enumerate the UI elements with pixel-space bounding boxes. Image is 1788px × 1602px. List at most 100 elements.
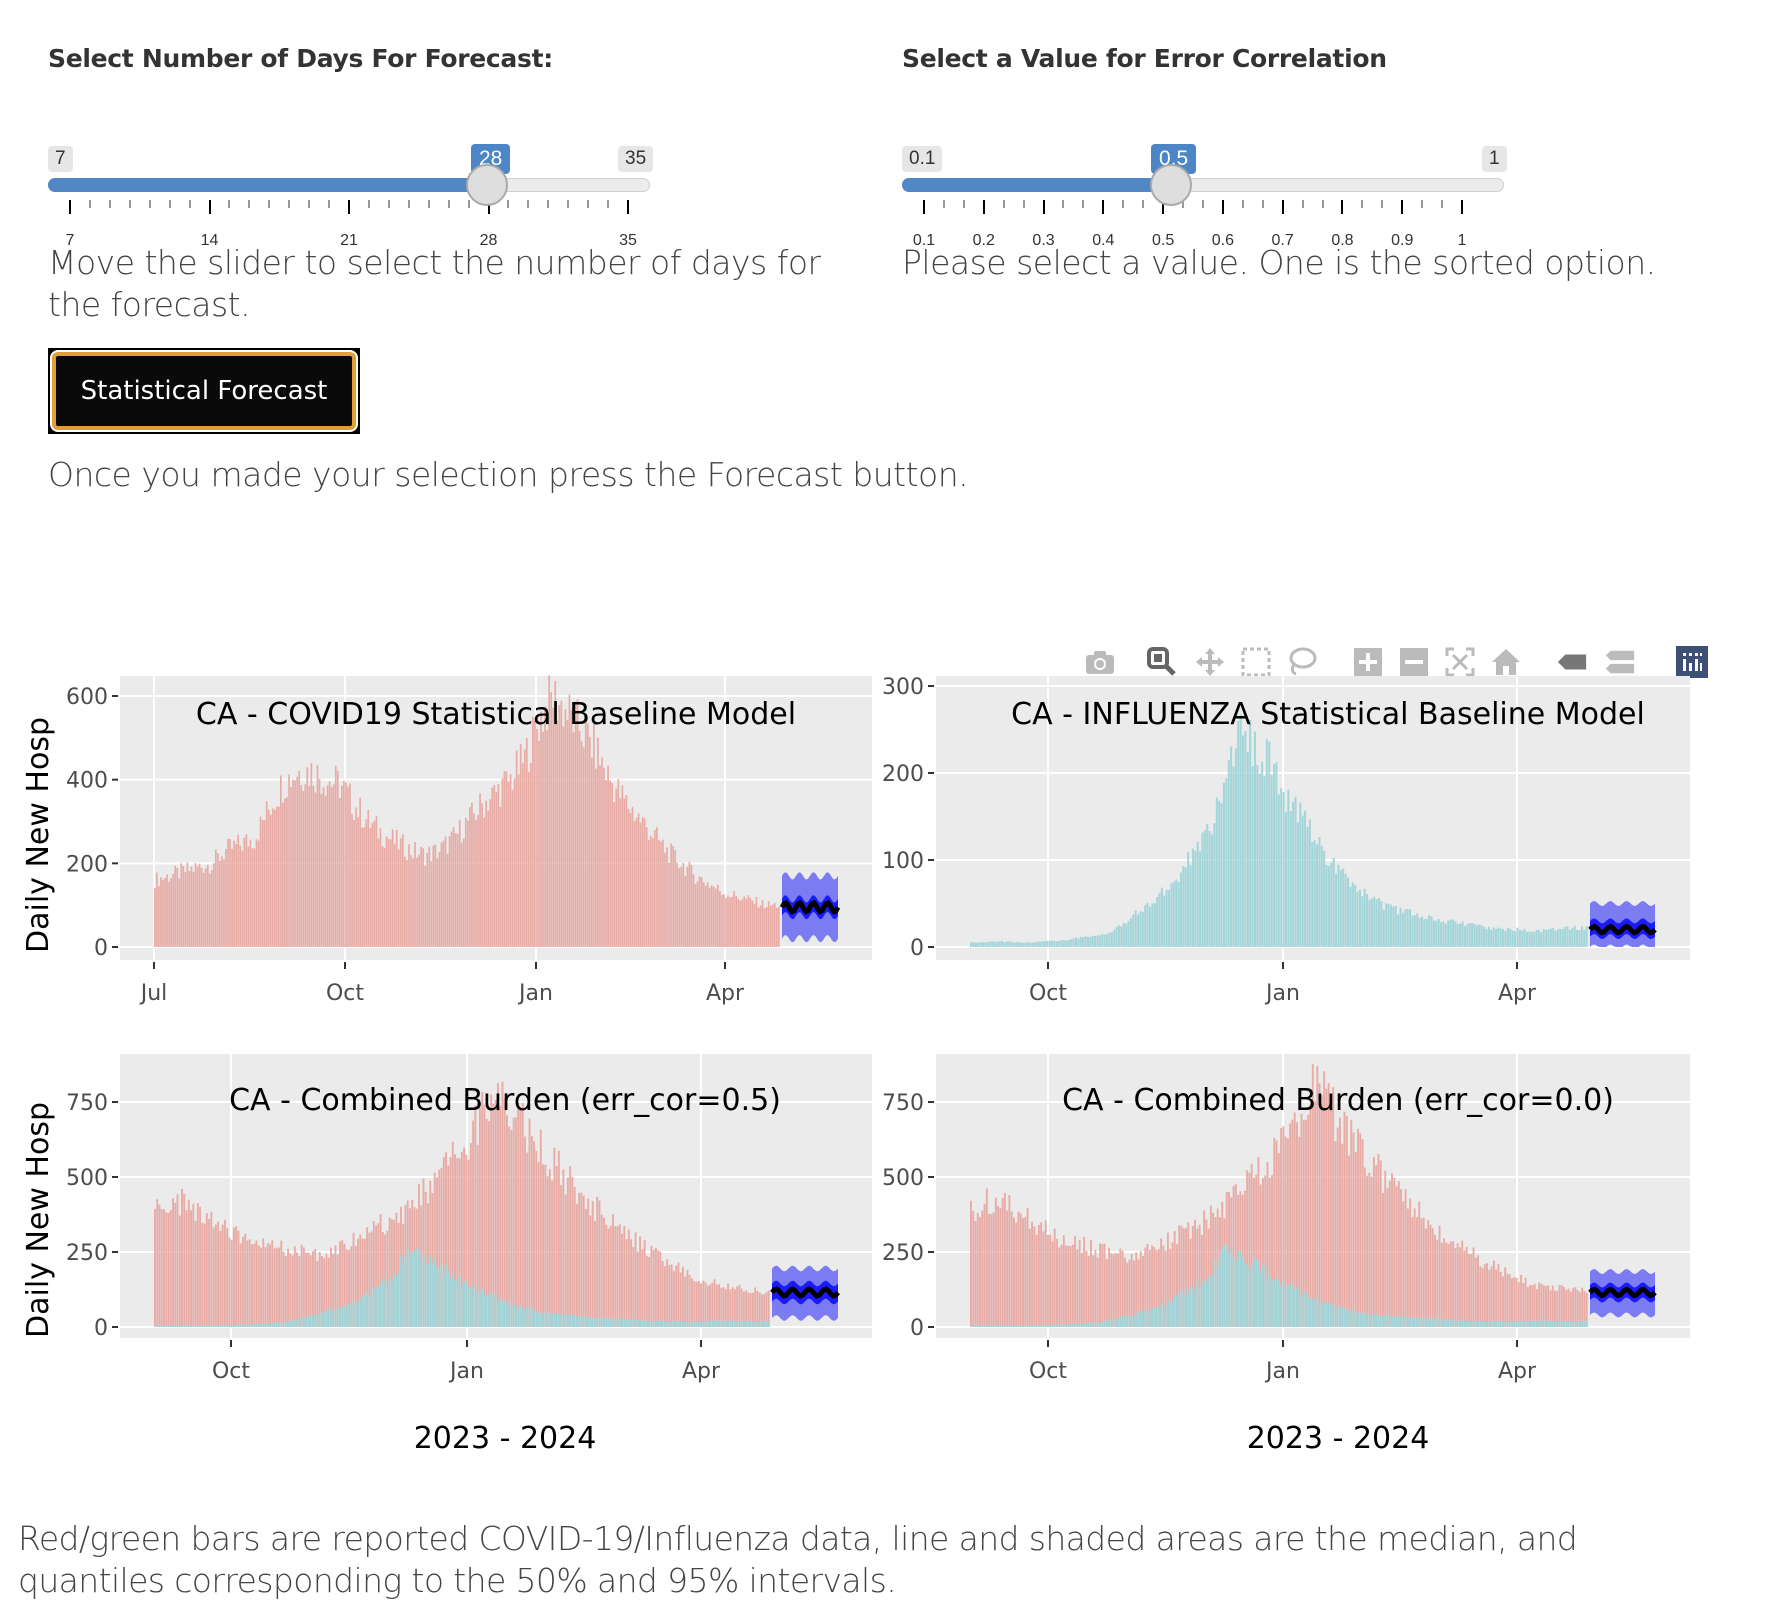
covid-bar bbox=[1481, 1268, 1484, 1327]
flu-bar bbox=[1058, 940, 1061, 947]
flu-bar bbox=[1466, 924, 1469, 947]
covid-bar bbox=[168, 881, 170, 947]
covid-bar bbox=[239, 1243, 242, 1327]
flu-bar bbox=[1028, 1325, 1031, 1327]
flu-bar bbox=[1130, 1315, 1133, 1327]
flu-bar bbox=[972, 1325, 975, 1327]
flu-bar bbox=[1001, 1325, 1004, 1327]
flu-bar bbox=[1252, 1256, 1255, 1327]
covid-bar bbox=[618, 1224, 621, 1327]
covid-bar bbox=[653, 829, 656, 947]
flu-bar bbox=[1125, 923, 1128, 947]
covid-bar bbox=[645, 827, 648, 947]
covid-bar bbox=[418, 854, 420, 947]
flu-bar bbox=[1108, 1320, 1111, 1327]
covid-bar bbox=[1522, 1283, 1525, 1327]
flu-bar bbox=[1444, 923, 1447, 947]
covid-bar bbox=[247, 846, 250, 947]
flu-bar bbox=[1327, 866, 1330, 947]
flu-bar bbox=[187, 1325, 190, 1327]
flu-bar bbox=[1248, 1268, 1251, 1327]
covid-bar bbox=[691, 1278, 693, 1327]
flu-bar bbox=[1087, 1322, 1090, 1327]
flu-bar bbox=[1258, 773, 1261, 947]
flu-bar bbox=[1029, 942, 1032, 947]
covid-bar bbox=[196, 1203, 199, 1327]
covid-bar bbox=[527, 771, 530, 947]
covid-bar bbox=[460, 842, 463, 947]
flu-bar bbox=[1212, 1275, 1215, 1327]
flu-bar bbox=[1479, 1320, 1482, 1327]
flu-bar bbox=[163, 1325, 165, 1327]
flu-bar bbox=[1308, 819, 1311, 947]
covid-bar bbox=[614, 1226, 617, 1327]
flu-bar bbox=[1393, 1315, 1396, 1327]
flu-bar bbox=[1299, 802, 1302, 947]
covid-bar bbox=[1370, 1176, 1373, 1327]
covid-bar bbox=[1318, 1083, 1321, 1327]
flu-bar bbox=[1409, 1318, 1412, 1327]
covid-bar bbox=[682, 862, 685, 947]
flu-bar bbox=[1573, 926, 1576, 947]
covid-bar bbox=[515, 1117, 517, 1327]
flu-bar bbox=[1169, 1301, 1172, 1327]
flu-bar bbox=[386, 1284, 389, 1327]
flu-bar bbox=[1207, 1274, 1210, 1327]
flu-bar bbox=[1198, 1287, 1201, 1327]
flu-bar bbox=[1227, 760, 1230, 947]
flu-bar bbox=[1024, 942, 1027, 947]
flu-bar bbox=[1521, 930, 1524, 947]
flu-bar bbox=[1501, 1321, 1504, 1327]
flu-bar bbox=[1222, 782, 1225, 947]
covid-bar bbox=[582, 1195, 585, 1327]
flu-bar bbox=[474, 1284, 477, 1327]
covid-bar bbox=[591, 1201, 594, 1327]
y-tick-label: 100 bbox=[882, 849, 924, 874]
flu-bar bbox=[1185, 1287, 1187, 1327]
covid-bar bbox=[648, 1256, 651, 1327]
flu-bar bbox=[1552, 928, 1555, 947]
covid-bar bbox=[167, 1213, 170, 1327]
covid-bar bbox=[623, 798, 626, 947]
flu-bar bbox=[1475, 925, 1478, 947]
flu-bar bbox=[1347, 877, 1350, 947]
covid-bar bbox=[430, 861, 433, 947]
covid-bar bbox=[1359, 1133, 1362, 1327]
covid-bar bbox=[308, 785, 311, 947]
flu-bar bbox=[609, 1319, 612, 1327]
covid-bar bbox=[1076, 1249, 1079, 1327]
flu-bar bbox=[388, 1278, 391, 1327]
forecast-charts[interactable]: 0 200 400 600 Jul Oct Jan Apr 0 100 200 300 Oct Jan A… bbox=[0, 0, 1788, 1490]
flu-bar bbox=[445, 1264, 447, 1327]
y-axis-label-bottom: Daily New Hosp bbox=[21, 1102, 56, 1338]
flu-bar bbox=[1017, 1325, 1020, 1327]
covid-bar bbox=[1429, 1224, 1432, 1327]
flu-bar bbox=[1427, 1319, 1430, 1327]
covid-bar bbox=[588, 736, 591, 947]
flu-bar bbox=[181, 1325, 183, 1327]
flu-bar bbox=[1425, 1317, 1427, 1327]
flu-bar bbox=[1209, 1278, 1212, 1327]
covid-bar bbox=[1080, 1252, 1083, 1327]
covid-bar bbox=[377, 838, 380, 947]
flu-bar bbox=[1096, 1322, 1099, 1327]
flu-bar bbox=[1141, 911, 1144, 947]
flu-bar bbox=[1486, 1321, 1489, 1327]
covid-bar bbox=[611, 782, 614, 947]
covid-bar bbox=[1445, 1242, 1448, 1327]
flu-bar bbox=[1428, 915, 1431, 947]
flu-bar bbox=[670, 1321, 673, 1327]
covid-bar bbox=[199, 1206, 202, 1327]
covid-bar bbox=[223, 859, 225, 947]
covid-bar bbox=[176, 867, 179, 947]
covid-bar bbox=[1454, 1248, 1457, 1327]
covid-bar bbox=[318, 778, 321, 947]
flu-bar bbox=[1530, 931, 1533, 947]
flu-bar bbox=[282, 1322, 285, 1327]
covid-bar bbox=[338, 797, 341, 947]
covid-bar bbox=[434, 844, 437, 947]
flu-bar bbox=[1031, 1325, 1034, 1327]
covid-bar bbox=[170, 878, 172, 947]
covid-bar bbox=[420, 846, 422, 947]
flu-bar bbox=[1060, 940, 1063, 947]
